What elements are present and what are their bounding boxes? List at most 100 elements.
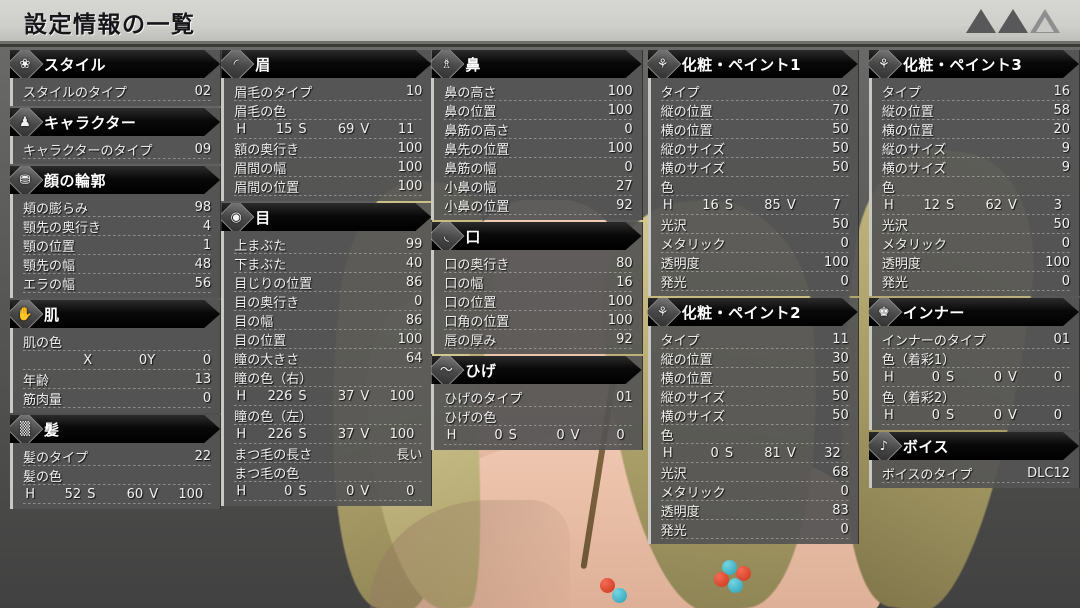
section-header[interactable]: ♟ キャラクター [10,108,220,136]
setting-row[interactable]: 横の位置 20 [872,120,1079,139]
setting-row[interactable]: メタリック 0 [651,482,858,501]
setting-row[interactable]: 筋肉量 0 [13,389,220,408]
setting-row[interactable]: 目の奥行き 0 [224,292,431,311]
setting-group-label-row[interactable]: 瞳の色（左） [224,406,431,425]
setting-group-label-row[interactable]: 色（着彩1） [872,349,1079,368]
setting-row[interactable]: 発光 0 [872,272,1079,291]
setting-row[interactable]: 唇の厚み 92 [434,330,641,349]
setting-row[interactable]: タイプ 02 [651,82,858,101]
section-header[interactable]: ▒ 髪 [10,415,220,443]
setting-row[interactable]: 透明度 100 [872,253,1079,272]
setting-row[interactable]: 瞳の大きさ 64 [224,349,431,368]
setting-row[interactable]: 顎の位置 1 [13,236,220,255]
setting-row[interactable]: 縦のサイズ 50 [651,139,858,158]
setting-row[interactable]: 口の奥行き 80 [434,254,641,273]
setting-row[interactable]: 透明度 83 [651,501,858,520]
setting-row[interactable]: 横のサイズ 50 [651,406,858,425]
setting-row[interactable]: キャラクターのタイプ 09 [13,140,220,159]
setting-row[interactable]: 眉間の幅 100 [224,158,431,177]
setting-row[interactable]: メタリック 0 [872,234,1079,253]
setting-group-label-row[interactable]: 眉毛の色 [224,101,431,120]
setting-row[interactable]: 光沢 50 [651,215,858,234]
setting-row[interactable]: 透明度 100 [651,253,858,272]
setting-group-label-row[interactable]: ひげの色 [434,407,641,426]
setting-row[interactable]: 鼻先の位置 100 [434,139,641,158]
setting-row[interactable]: 横の位置 50 [651,120,858,139]
setting-row[interactable]: 頬の膨らみ 98 [13,198,220,217]
setting-row[interactable]: タイプ 11 [651,330,858,349]
setting-group-label-row[interactable]: 瞳の色（右） [224,368,431,387]
setting-row[interactable]: 縦の位置 30 [651,349,858,368]
setting-row[interactable]: 光沢 68 [651,463,858,482]
setting-row[interactable]: 髪のタイプ 22 [13,447,220,466]
setting-group-label-row[interactable]: 色 [872,177,1079,196]
setting-row[interactable]: タイプ 16 [872,82,1079,101]
setting-row[interactable]: 口角の位置 100 [434,311,641,330]
setting-row[interactable]: 発光 0 [651,520,858,539]
setting-group-label-row[interactable]: 肌の色 [13,332,220,351]
setting-group-label-row[interactable]: 色 [651,425,858,444]
section-header[interactable]: 〜ひげ [431,356,641,384]
section-header[interactable]: ⛃ 顔の輪郭 [10,166,220,194]
setting-row[interactable]: 顎先の幅 48 [13,255,220,274]
hsv-value-row[interactable]: H 12 S 62 V 3 [872,196,1079,215]
setting-row[interactable]: メタリック 0 [651,234,858,253]
setting-row[interactable]: 鼻の高さ 100 [434,82,641,101]
section-header[interactable]: ◉ 目 [221,203,431,231]
setting-row[interactable]: 縦のサイズ 9 [872,139,1079,158]
section-header[interactable]: ⚘ 化粧・ペイント1 [648,50,858,78]
setting-row[interactable]: 上まぶた 99 [224,235,431,254]
setting-row[interactable]: 発光 0 [651,272,858,291]
setting-row[interactable]: 横のサイズ 9 [872,158,1079,177]
setting-row[interactable]: 目の位置 100 [224,330,431,349]
hsv-value-row[interactable]: H 16 S 85 V 7 [651,196,858,215]
setting-row[interactable]: 目の幅 86 [224,311,431,330]
setting-row[interactable]: 光沢 50 [872,215,1079,234]
setting-row[interactable]: 鼻筋の幅 0 [434,158,641,177]
section-header[interactable]: ⚘ 化粧・ペイント2 [648,298,858,326]
setting-row[interactable]: 口の幅 16 [434,273,641,292]
setting-row[interactable]: 縦のサイズ 50 [651,387,858,406]
section-header[interactable]: ♪ ボイス [869,432,1079,460]
section-header[interactable]: ⚘ 化粧・ペイント3 [869,50,1079,78]
hsv-value-row[interactable]: H0S0V0 [872,368,1079,387]
setting-row[interactable]: エラの幅 56 [13,274,220,293]
setting-group-label-row[interactable]: 色（着彩2） [872,387,1079,406]
setting-row[interactable]: 横の位置 50 [651,368,858,387]
hsv-value-row[interactable]: H 0 S 81 V 32 [651,444,858,463]
hsv-value-row[interactable]: H 15 S 69 V 11 [224,120,431,139]
hsv-value-row[interactable]: H 226 S 37 V 100 [224,425,431,444]
hsv-value-row[interactable]: H0S0V0 [434,426,641,445]
setting-row[interactable]: ひげのタイプ 01 [434,388,641,407]
setting-row[interactable]: ボイスのタイプ DLC12 [872,464,1079,483]
setting-group-label-row[interactable]: まつ毛の色 [224,463,431,482]
setting-row[interactable]: 眉毛のタイプ 10 [224,82,431,101]
section-header[interactable]: ♗ 鼻 [431,50,641,78]
hsv-value-row[interactable]: H 226 S 37 V 100 [224,387,431,406]
setting-row[interactable]: まつ毛の長さ 長い [224,444,431,463]
setting-row[interactable]: 縦の位置 70 [651,101,858,120]
setting-row[interactable]: インナーのタイプ 01 [872,330,1079,349]
section-header[interactable]: ◜ 眉 [221,50,431,78]
setting-row[interactable]: 目じりの位置 86 [224,273,431,292]
section-header[interactable]: ◟ 口 [431,222,641,250]
setting-row[interactable]: 年齢 13 [13,370,220,389]
setting-row[interactable]: 下まぶた 40 [224,254,431,273]
section-header[interactable]: ♚ インナー [869,298,1079,326]
setting-row[interactable]: 小鼻の幅 27 [434,177,641,196]
setting-row[interactable]: 額の奥行き 100 [224,139,431,158]
setting-row[interactable]: スタイルのタイプ 02 [13,82,220,101]
section-header[interactable]: ❀ スタイル [10,50,220,78]
setting-row[interactable]: 鼻の位置 100 [434,101,641,120]
hsv-value-row[interactable]: H0S0V0 [224,482,431,501]
setting-row[interactable]: 鼻筋の高さ 0 [434,120,641,139]
setting-group-label-row[interactable]: 髪の色 [13,466,220,485]
setting-row[interactable]: 横のサイズ 50 [651,158,858,177]
hsv-value-row[interactable]: H0S0V0 [872,406,1079,425]
setting-row[interactable]: 小鼻の位置 92 [434,196,641,215]
setting-row[interactable]: 口の位置 100 [434,292,641,311]
hsv-value-row[interactable]: H 52 S 60 V 100 [13,485,220,504]
section-header[interactable]: ✋ 肌 [10,300,220,328]
setting-row[interactable]: 縦の位置 58 [872,101,1079,120]
setting-group-label-row[interactable]: 色 [651,177,858,196]
